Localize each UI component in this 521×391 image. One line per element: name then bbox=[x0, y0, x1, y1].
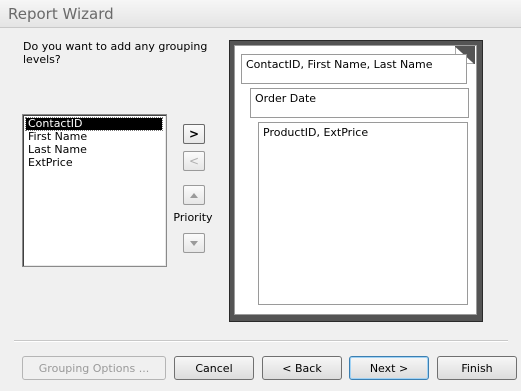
arrow-up-icon bbox=[190, 192, 198, 198]
grouping-options-button[interactable]: Grouping Options ... bbox=[22, 356, 166, 380]
group-level-1[interactable]: ContactID, First Name, Last Name bbox=[241, 54, 467, 84]
title-bar: Report Wizard bbox=[0, 0, 521, 28]
remove-level-button[interactable]: < bbox=[183, 151, 205, 171]
window-title: Report Wizard bbox=[8, 5, 114, 23]
field-item-contactid[interactable]: ContactID bbox=[25, 117, 163, 131]
field-item-first-name[interactable]: First Name bbox=[26, 131, 89, 143]
next-button[interactable]: Next > bbox=[349, 356, 429, 380]
detail-fields-label: ProductID, ExtPrice bbox=[263, 126, 369, 139]
cancel-button[interactable]: Cancel bbox=[174, 356, 254, 380]
remove-level-label: < bbox=[188, 154, 200, 168]
field-item-last-name[interactable]: Last Name bbox=[26, 144, 89, 156]
priority-label: Priority bbox=[173, 211, 213, 224]
add-level-label: > bbox=[188, 127, 200, 141]
group-level-2[interactable]: Order Date bbox=[250, 88, 469, 118]
back-button[interactable]: < Back bbox=[262, 356, 342, 380]
arrow-down-icon bbox=[190, 240, 198, 246]
grouping-prompt: Do you want to add any grouping levels? bbox=[23, 40, 208, 66]
group-level-2-label: Order Date bbox=[255, 92, 317, 105]
detail-fields-box: ProductID, ExtPrice bbox=[258, 122, 468, 305]
available-fields-list[interactable]: ContactID First Name Last Name ExtPrice bbox=[22, 114, 167, 267]
group-level-1-label: ContactID, First Name, Last Name bbox=[246, 58, 433, 71]
field-item-extprice[interactable]: ExtPrice bbox=[26, 157, 75, 169]
add-level-button[interactable]: > bbox=[183, 124, 205, 144]
footer-separator bbox=[14, 340, 508, 342]
priority-down-button[interactable] bbox=[183, 233, 205, 253]
priority-up-button[interactable] bbox=[183, 185, 205, 205]
finish-button[interactable]: Finish bbox=[437, 356, 517, 380]
